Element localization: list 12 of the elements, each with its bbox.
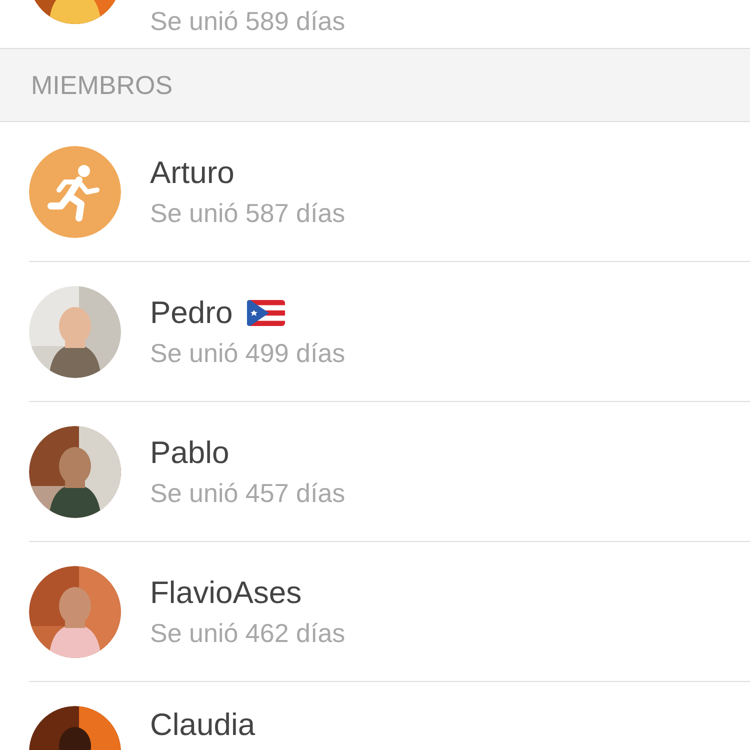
member-name: Claudia — [150, 706, 256, 744]
join-date: Se unió 457 días — [150, 477, 346, 510]
member-name: Arturo — [150, 154, 234, 192]
member-name: Pedro — [150, 294, 233, 332]
join-date: Se unió 499 días — [150, 337, 346, 370]
flag-icon — [246, 300, 285, 326]
join-date: Se unió 589 días — [150, 5, 346, 38]
join-date: Se unió 462 días — [150, 617, 346, 650]
join-date: Se unió 587 días — [150, 197, 346, 230]
section-title: MIEMBROS — [31, 70, 173, 100]
member-name: Pablo — [150, 434, 230, 472]
member-name: FlavioAses — [150, 574, 302, 612]
